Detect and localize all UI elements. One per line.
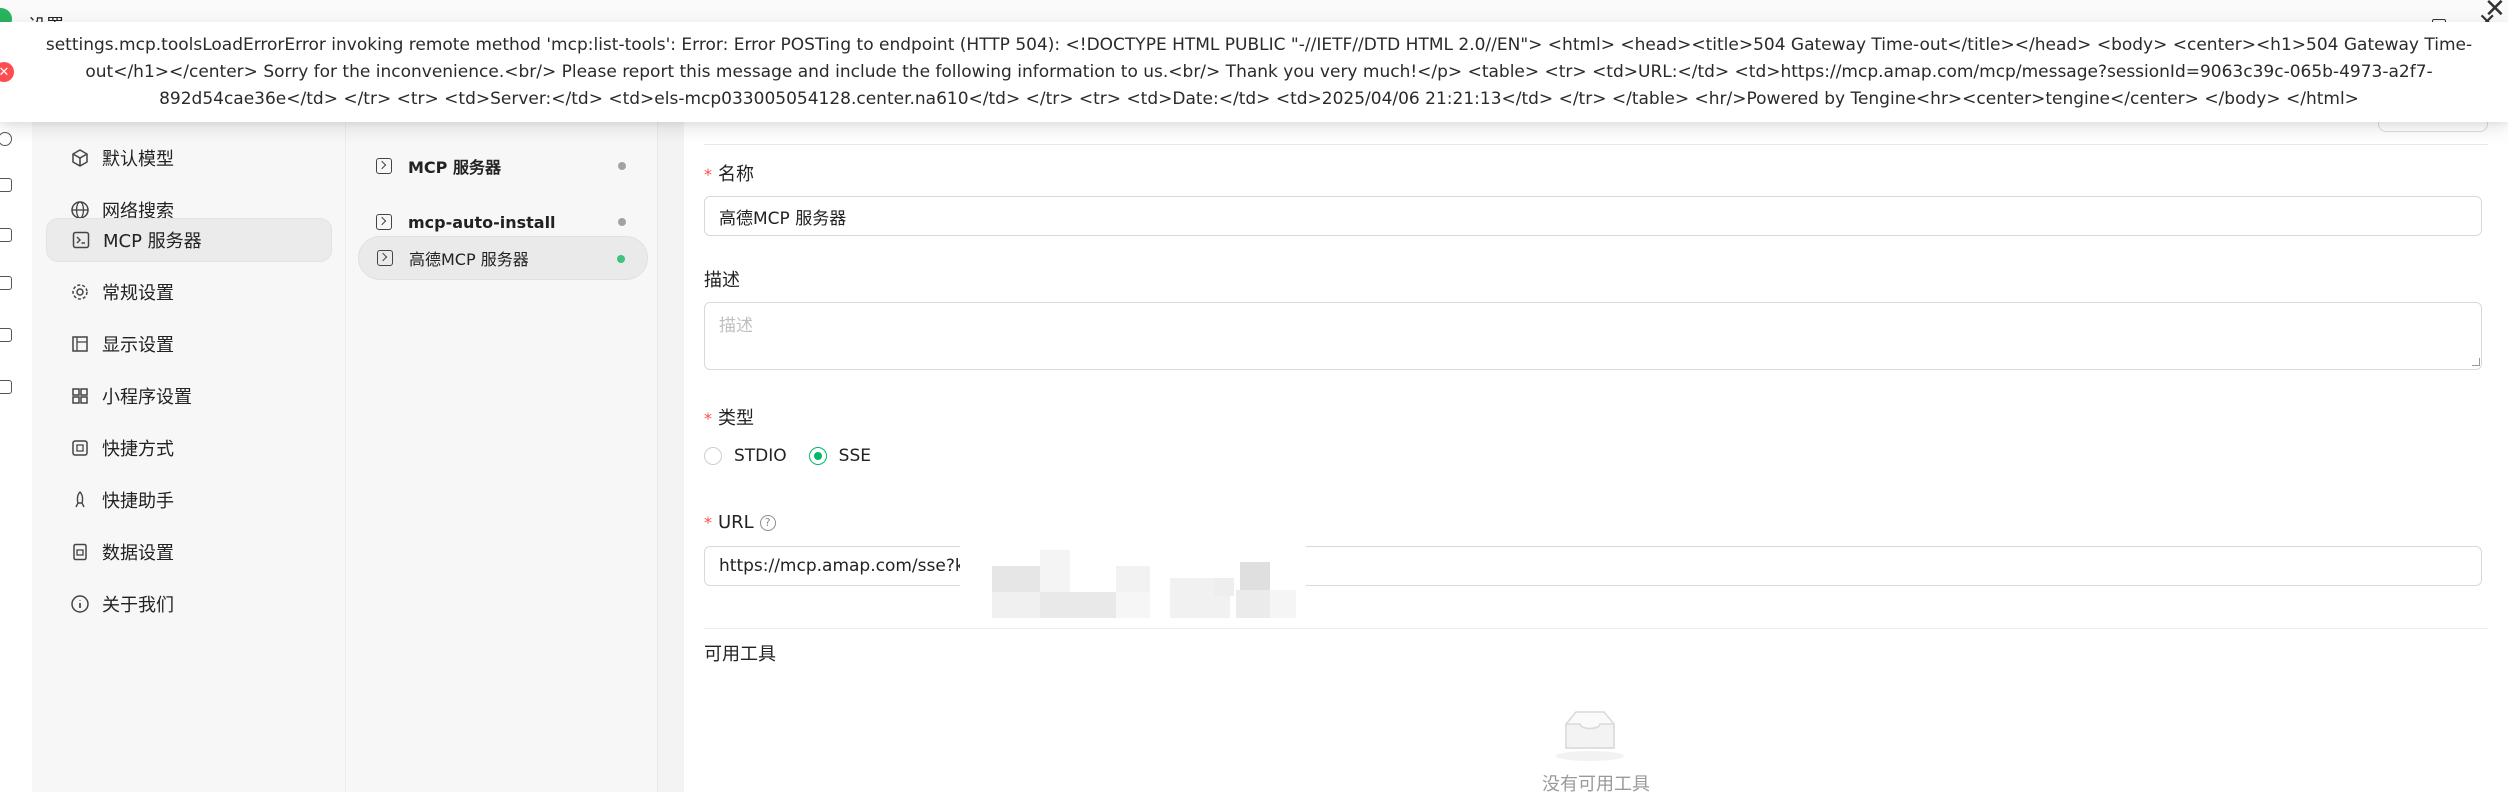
divider	[704, 628, 2488, 629]
redacted-key	[960, 542, 1306, 632]
icon-rail	[0, 40, 32, 792]
error-icon: ✕	[0, 62, 14, 82]
cube-icon	[70, 148, 90, 168]
terminal-icon	[377, 250, 393, 266]
mcp-server-list: MCP 服务器 mcp-auto-install 高德MCP 服务器	[346, 40, 658, 792]
rocket-icon	[70, 490, 90, 510]
nav-item-default-model[interactable]: 默认模型	[46, 136, 332, 180]
description-textarea[interactable]	[704, 302, 2482, 370]
nav-item-about[interactable]: 关于我们	[46, 582, 332, 626]
info-icon	[70, 594, 90, 614]
url-label: * URL?	[704, 512, 776, 533]
available-tools-title: 可用工具	[704, 644, 776, 665]
error-message: settings.mcp.toolsLoadErrorError invokin…	[45, 35, 2473, 109]
status-dot-active	[617, 255, 625, 263]
nav-item-shortcuts[interactable]: 快捷方式	[46, 426, 332, 470]
gear-icon	[70, 282, 90, 302]
file-search-icon[interactable]	[0, 328, 12, 342]
terminal-icon	[376, 214, 392, 230]
nav-label: 快捷助手	[102, 491, 174, 512]
status-dot	[618, 162, 626, 170]
globe-icon	[70, 200, 90, 220]
nav-label: MCP 服务器	[103, 231, 202, 252]
nav-item-mcp-servers[interactable]: MCP 服务器	[46, 218, 332, 262]
folder-icon[interactable]	[0, 380, 12, 394]
layout-icon	[70, 334, 90, 354]
toast-close-button[interactable]: ✕	[2484, 0, 2506, 24]
divider	[704, 144, 2488, 145]
server-label: mcp-auto-install	[408, 212, 556, 232]
database-icon	[70, 542, 90, 562]
nav-item-general[interactable]: 常规设置	[46, 270, 332, 314]
image-icon[interactable]	[0, 178, 12, 192]
resize-handle[interactable]	[2472, 358, 2480, 366]
nav-item-data[interactable]: 数据设置	[46, 530, 332, 574]
name-input[interactable]	[704, 196, 2482, 236]
radio-sse[interactable]: SSE	[808, 446, 871, 466]
help-icon[interactable]: ?	[759, 514, 776, 531]
apps-icon[interactable]	[0, 276, 12, 290]
terminal-icon	[376, 158, 392, 174]
radio-circle[interactable]	[704, 447, 722, 465]
panel-gutter	[658, 40, 684, 792]
nav-label: 快捷方式	[102, 439, 174, 460]
description-label: 描述	[704, 270, 740, 291]
server-item-mcp[interactable]: MCP 服务器	[358, 144, 648, 188]
settings-nav: 默认模型 网络搜索 MCP 服务器 常规设置 显示设置 小程序设置 快捷方式 快…	[32, 40, 346, 792]
terminal-icon	[71, 230, 91, 250]
nav-label: 显示设置	[102, 335, 174, 356]
server-label: 高德MCP 服务器	[409, 250, 529, 269]
type-radio-group: STDIO SSE	[704, 446, 893, 466]
nav-item-quick-assistant[interactable]: 快捷助手	[46, 478, 332, 522]
status-dot	[618, 218, 626, 226]
radio-stdio[interactable]: STDIO	[704, 446, 787, 466]
server-detail-form: *名称 描述 *类型 STDIO SSE *URL? 可用工具	[684, 40, 2508, 795]
grid-icon	[70, 386, 90, 406]
name-label: * 名称	[704, 164, 754, 185]
empty-inbox-icon	[1556, 711, 1624, 761]
nav-item-miniapps[interactable]: 小程序设置	[46, 374, 332, 418]
server-item-amap-mcp[interactable]: 高德MCP 服务器	[358, 236, 648, 280]
server-label: MCP 服务器	[408, 158, 501, 177]
nav-label: 常规设置	[102, 283, 174, 304]
translate-icon[interactable]	[0, 228, 12, 242]
error-toast: ✕ settings.mcp.toolsLoadErrorError invok…	[0, 22, 2508, 122]
empty-tools-text: 没有可用工具	[1542, 774, 1650, 795]
nav-item-display[interactable]: 显示设置	[46, 322, 332, 366]
assistant-icon[interactable]	[0, 132, 12, 146]
nav-label: 数据设置	[102, 543, 174, 564]
nav-label: 默认模型	[102, 149, 174, 170]
command-icon	[70, 438, 90, 458]
nav-label: 小程序设置	[102, 387, 192, 408]
radio-circle-checked[interactable]	[808, 447, 827, 465]
type-label: * 类型	[704, 408, 754, 429]
nav-label: 关于我们	[102, 595, 174, 616]
